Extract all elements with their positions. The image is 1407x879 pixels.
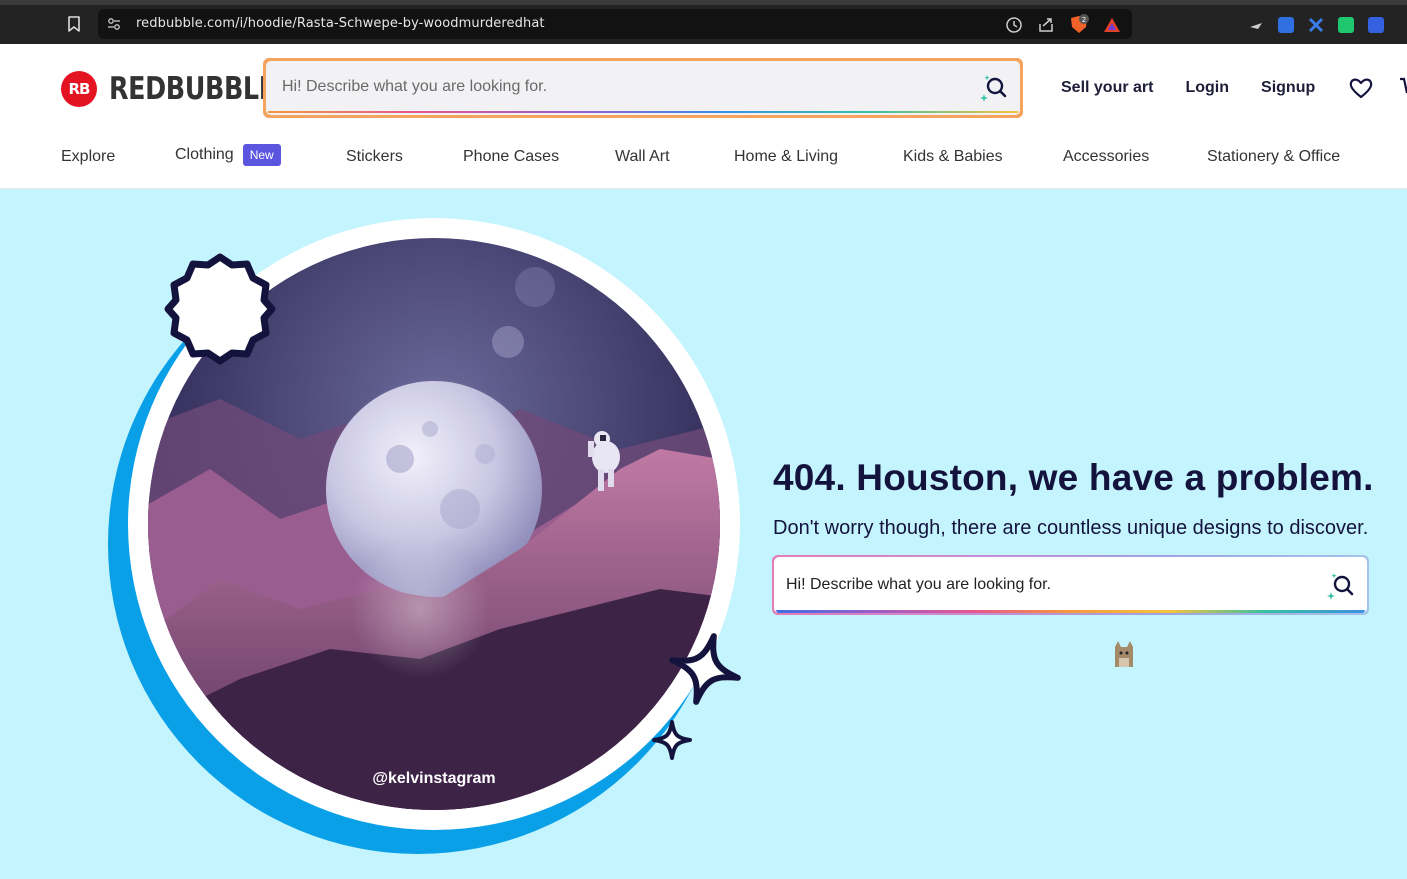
extensions-bar xyxy=(1248,17,1384,33)
nav-label: Stationery & Office xyxy=(1207,148,1341,165)
not-found-hero: @kelvinstagram 404. Houston, we have a p… xyxy=(0,189,1407,879)
hero-search-input[interactable] xyxy=(774,557,1367,613)
nav-item-explore[interactable]: Explore xyxy=(61,148,115,166)
extension-icon[interactable] xyxy=(1248,17,1264,33)
hero-search xyxy=(772,555,1369,615)
nav-label: Clothing xyxy=(175,146,234,163)
cart-icon[interactable] xyxy=(1398,75,1407,101)
astronaut-moon-illustration: @kelvinstagram xyxy=(108,218,741,854)
bookmark-icon[interactable] xyxy=(64,14,84,34)
url-text[interactable]: redbubble.com/i/hoodie/Rasta-Schwepe-by-… xyxy=(136,16,545,31)
nav-label: Wall Art xyxy=(615,148,670,165)
nav-label: Explore xyxy=(61,148,116,165)
header-search xyxy=(263,58,1023,118)
login-link[interactable]: Login xyxy=(1185,79,1229,97)
nav-label: Stickers xyxy=(346,148,403,165)
page-subtitle: Don't worry though, there are countless … xyxy=(773,517,1369,539)
cat-sticker-icon xyxy=(1115,641,1133,667)
nav-item-stickers[interactable]: Stickers xyxy=(346,148,403,166)
nav-label: Phone Cases xyxy=(463,148,560,165)
browser-toolbar: redbubble.com/i/hoodie/Rasta-Schwepe-by-… xyxy=(0,0,1407,44)
extension-icon[interactable] xyxy=(1278,17,1294,33)
nav-item-wall-art[interactable]: Wall Art xyxy=(615,148,670,166)
brave-shield-icon[interactable]: 2 xyxy=(1068,14,1090,36)
nav-item-phone-cases[interactable]: Phone Cases xyxy=(463,148,559,166)
nav-item-home-living[interactable]: Home & Living xyxy=(734,148,838,166)
nav-label: Kids & Babies xyxy=(903,148,1003,165)
share-icon[interactable] xyxy=(1036,15,1056,35)
nav-item-clothing[interactable]: Clothing New xyxy=(175,144,281,166)
extension-icon[interactable] xyxy=(1308,17,1324,33)
address-bar[interactable]: redbubble.com/i/hoodie/Rasta-Schwepe-by-… xyxy=(98,9,1132,39)
logo-text: REDBUBBLE xyxy=(109,71,276,107)
brave-rewards-icon[interactable] xyxy=(1102,15,1122,35)
nav-label: Home & Living xyxy=(734,148,839,165)
nav-item-kids-babies[interactable]: Kids & Babies xyxy=(903,148,1003,166)
nav-label: Accessories xyxy=(1063,148,1150,165)
site-header: RB REDBUBBLE Sell your art Login Signup … xyxy=(0,44,1407,189)
heart-icon[interactable] xyxy=(1348,75,1374,101)
logo-mark: RB xyxy=(61,71,97,107)
image-credit: @kelvinstagram xyxy=(372,770,495,787)
ai-search-icon[interactable] xyxy=(1325,570,1355,600)
svg-text:2: 2 xyxy=(1082,16,1086,24)
page-title: 404. Houston, we have a problem. xyxy=(773,457,1374,498)
extension-icon[interactable] xyxy=(1338,17,1354,33)
new-badge: New xyxy=(242,144,281,166)
nav-item-stationery-office[interactable]: Stationery & Office xyxy=(1207,148,1340,166)
signup-link[interactable]: Signup xyxy=(1261,79,1315,97)
sell-your-art-link[interactable]: Sell your art xyxy=(1061,79,1153,97)
header-search-input[interactable] xyxy=(266,61,1020,113)
history-icon[interactable] xyxy=(1004,15,1024,35)
extension-icon[interactable] xyxy=(1368,17,1384,33)
nav-item-accessories[interactable]: Accessories xyxy=(1063,148,1149,166)
ai-search-icon[interactable] xyxy=(978,72,1008,102)
site-settings-icon[interactable] xyxy=(106,16,122,32)
header-links: Sell your art Login Signup xyxy=(1061,79,1315,97)
